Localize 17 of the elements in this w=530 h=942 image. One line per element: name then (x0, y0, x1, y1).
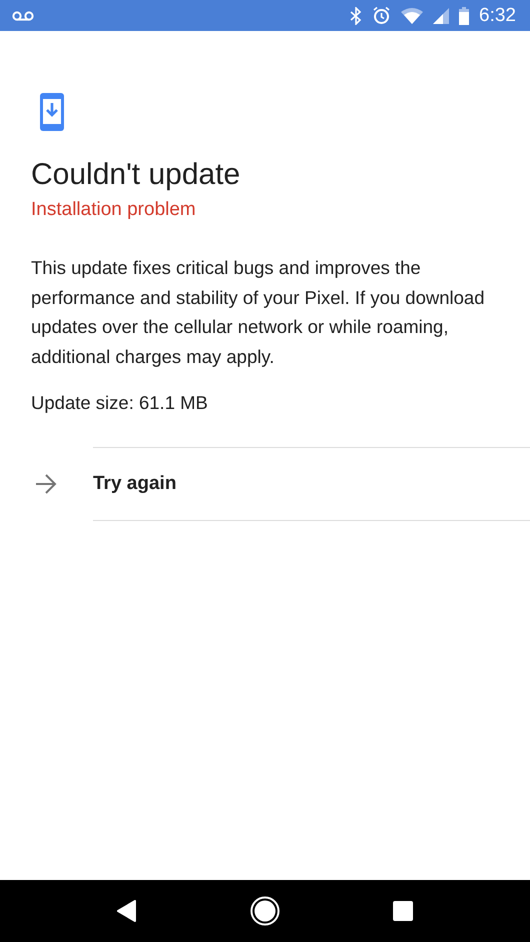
back-button[interactable] (116, 900, 137, 922)
overview-button[interactable] (393, 901, 414, 921)
try-again-action[interactable]: Try again (0, 448, 530, 520)
error-subtitle: Installation problem (31, 198, 197, 222)
update-size-text: Update size: 61.1 MB (31, 391, 209, 415)
battery-icon (459, 6, 470, 24)
clock-time: 6:32 (479, 4, 516, 26)
wifi-icon (401, 8, 424, 24)
home-button[interactable] (250, 896, 280, 926)
signal-icon (433, 8, 450, 24)
description-text: This update fixes critical bugs and improves the performance and stability of your Pixel. If you download updates over the cellular network or while roaming, additional charges may apply. (31, 256, 486, 369)
alarm-clock-icon (372, 6, 392, 25)
arrow-right-icon (35, 474, 57, 494)
voicemail-icon (12, 10, 34, 20)
phone-download-icon (40, 93, 64, 131)
page-title: Couldn't update (31, 157, 242, 193)
bluetooth-icon (350, 6, 362, 24)
